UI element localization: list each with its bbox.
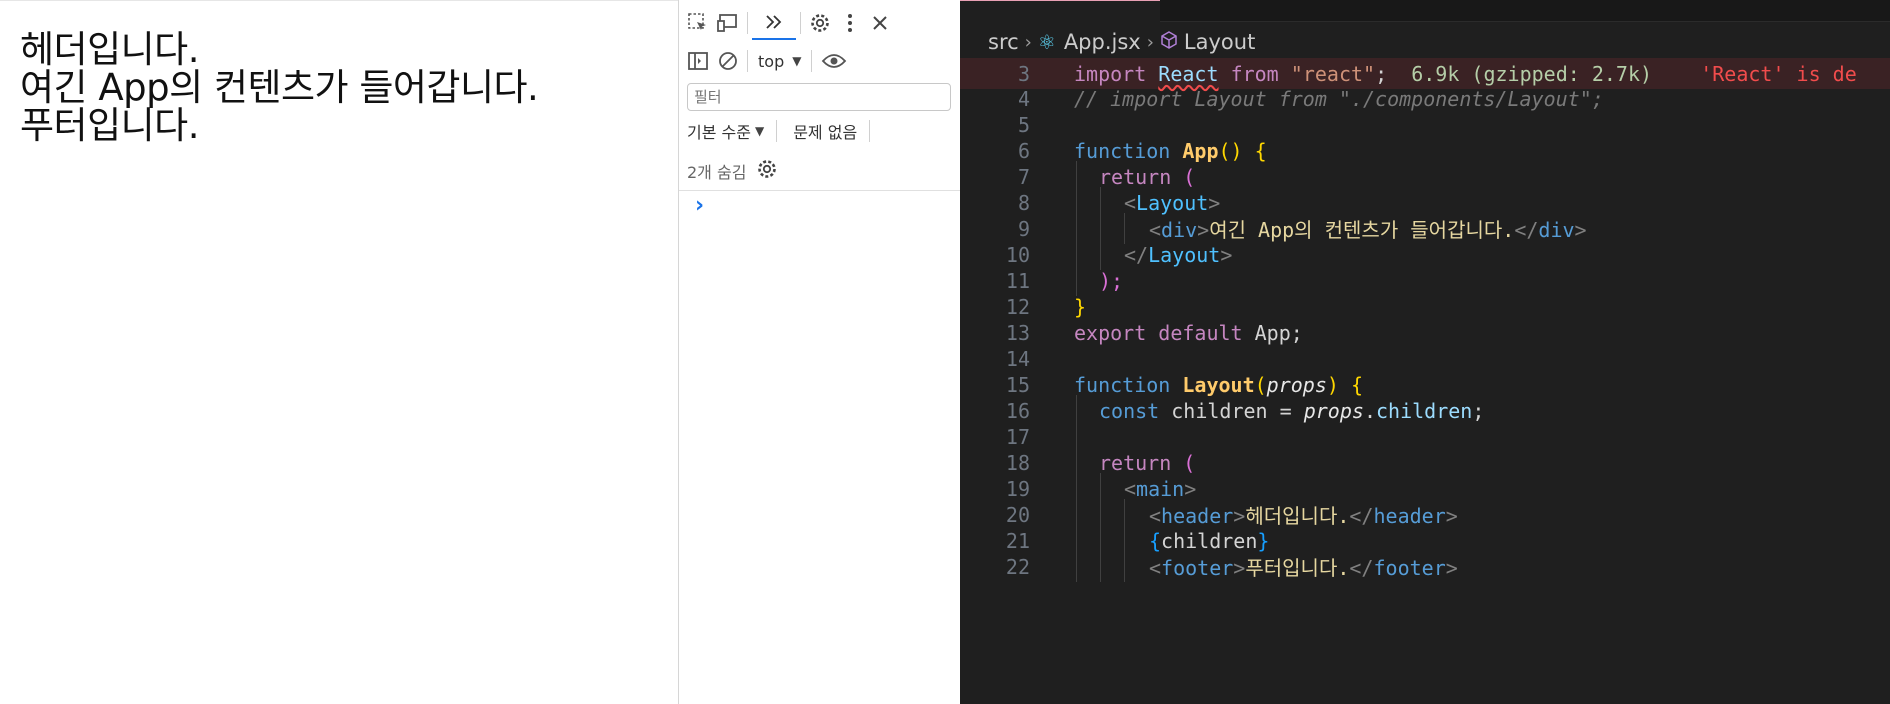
react-file-icon: ⚛ — [1037, 30, 1056, 54]
tab-app-jsx[interactable] — [960, 0, 1160, 22]
line-number: 6 — [1017, 138, 1030, 163]
toolbar-divider — [747, 50, 748, 72]
line-number: 7 — [1017, 164, 1030, 189]
tab-file-4[interactable] — [1552, 0, 1742, 22]
tab-file-3[interactable] — [1358, 0, 1548, 22]
code-editor: src › ⚛ App.jsx › Layout 3 import React … — [960, 0, 1890, 704]
line-number: 17 — [1005, 424, 1030, 449]
device-toolbar-icon[interactable] — [713, 8, 743, 38]
line-number: 19 — [1005, 476, 1030, 501]
footer-text: 푸터입니다. — [20, 104, 199, 147]
line-number: 13 — [1005, 320, 1030, 345]
line-number: 14 — [1005, 346, 1030, 371]
inline-error-text: 'React' is de — [1700, 61, 1857, 86]
toolbar-divider — [747, 12, 748, 34]
line-number: 11 — [1005, 268, 1030, 293]
console-prompt-icon[interactable]: › — [695, 193, 704, 218]
chevron-right-icon: › — [1146, 31, 1154, 53]
chevron-down-icon: ▼ — [792, 54, 802, 68]
line-number: 3 — [1017, 61, 1030, 86]
line-number: 5 — [1017, 112, 1030, 137]
line-number: 4 — [1017, 86, 1030, 111]
console-filter-input[interactable] — [687, 83, 951, 111]
line-number: 21 — [1005, 528, 1030, 553]
line-number: 18 — [1005, 450, 1030, 475]
sidebar-toggle-icon[interactable] — [683, 46, 713, 76]
console-settings-gear-icon[interactable] — [756, 158, 778, 184]
code-area[interactable]: 3 import React from "react"; 6.9k (gzipp… — [960, 58, 1890, 704]
line-number: 8 — [1017, 190, 1030, 215]
toolbar-divider — [869, 120, 871, 142]
settings-gear-icon[interactable] — [805, 8, 835, 38]
editor-tab-bar — [960, 0, 1890, 22]
toolbar-divider — [811, 50, 813, 72]
live-expression-eye-icon[interactable] — [816, 46, 852, 76]
toolbar-divider — [800, 12, 801, 34]
console-divider — [679, 190, 960, 191]
close-devtools-icon[interactable] — [865, 8, 895, 38]
log-level-dropdown[interactable]: 기본 수준 ▼ — [687, 119, 764, 143]
devtools-panel: top ▼ 기본 수준 ▼ 문제 없음 2개 숨김 › — [678, 0, 960, 704]
breadcrumb-folder[interactable]: src — [988, 30, 1019, 54]
console-levels-row: 기본 수준 ▼ 문제 없음 — [687, 118, 960, 144]
line-number: 15 — [1005, 372, 1030, 397]
log-level-label: 기본 수준 — [687, 123, 751, 142]
inspect-element-icon[interactable] — [683, 8, 713, 38]
line-number: 10 — [1005, 242, 1030, 267]
devtools-toolbar — [683, 6, 960, 40]
clear-console-icon[interactable] — [713, 46, 743, 76]
breadcrumb-symbol[interactable]: Layout — [1184, 30, 1255, 54]
line-number: 16 — [1005, 398, 1030, 423]
tab-file-5[interactable] — [1746, 0, 1890, 22]
line-number: 20 — [1005, 502, 1030, 527]
line-number: 12 — [1005, 294, 1030, 319]
more-tabs-icon[interactable] — [752, 6, 796, 40]
breadcrumb: src › ⚛ App.jsx › Layout — [960, 22, 1890, 62]
import-cost-hint: 6.9k (gzipped: 2.7k) — [1411, 61, 1653, 86]
issues-label[interactable]: 문제 없음 — [793, 119, 857, 143]
toolbar-divider — [776, 120, 778, 142]
hidden-count-label: 2개 숨김 — [687, 163, 747, 182]
tab-file-2[interactable] — [1164, 0, 1354, 22]
symbol-class-icon — [1160, 30, 1178, 54]
context-label: top — [758, 51, 785, 71]
breadcrumb-file[interactable]: App.jsx — [1064, 30, 1141, 54]
console-toolbar: top ▼ — [683, 46, 960, 76]
code-line: 22 <footer>푸터입니다.</footer> — [960, 551, 1890, 582]
hidden-messages-row: 2개 숨김 — [687, 156, 960, 186]
line-number: 22 — [1005, 554, 1030, 579]
more-options-icon[interactable] — [835, 8, 865, 38]
chevron-down-icon: ▼ — [754, 124, 765, 138]
chevron-right-icon: › — [1024, 31, 1032, 53]
rendered-page: 헤더입니다. 여긴 App의 컨텐츠가 들어갑니다. 푸터입니다. — [0, 0, 678, 704]
line-number: 9 — [1017, 216, 1030, 241]
context-selector[interactable]: top ▼ — [752, 52, 807, 71]
